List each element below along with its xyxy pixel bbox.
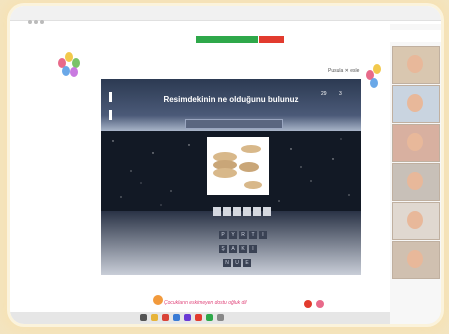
meet-control-strip bbox=[196, 36, 284, 43]
participant-tile[interactable] bbox=[392, 124, 440, 162]
participant-tile[interactable] bbox=[392, 241, 440, 279]
answer-slot[interactable] bbox=[233, 207, 241, 216]
browser-toolbar bbox=[10, 6, 441, 24]
letter-tile[interactable]: U bbox=[233, 259, 241, 267]
browser-icon[interactable] bbox=[162, 314, 169, 321]
participant-tile[interactable] bbox=[392, 85, 440, 123]
app-icon[interactable] bbox=[184, 314, 191, 321]
letter-row-3: NUE bbox=[223, 251, 253, 269]
folder-icon[interactable] bbox=[151, 314, 158, 321]
answer-slot[interactable] bbox=[213, 207, 221, 216]
browser-nav-buttons[interactable] bbox=[28, 11, 48, 24]
participant-tile[interactable] bbox=[392, 46, 440, 84]
answer-slot[interactable] bbox=[223, 207, 231, 216]
hint-count: 3 bbox=[339, 91, 342, 97]
answer-slot[interactable] bbox=[253, 207, 261, 216]
meet-sharing-bar[interactable] bbox=[196, 36, 258, 43]
stop-sharing-button[interactable] bbox=[259, 36, 284, 43]
panel-header[interactable] bbox=[390, 30, 441, 42]
footer-slogan: Çocukların eskimeyen dostu oğluk dil bbox=[164, 300, 247, 306]
level-banner bbox=[185, 119, 283, 129]
app-icon[interactable] bbox=[217, 314, 224, 321]
answer-slot[interactable] bbox=[243, 207, 251, 216]
puzzle-image bbox=[207, 137, 269, 195]
answer-slot[interactable] bbox=[263, 207, 271, 216]
participant-tile[interactable] bbox=[392, 202, 440, 240]
page-header-link[interactable]: Pusula ✕ esle bbox=[328, 68, 359, 74]
participant-tile[interactable] bbox=[392, 163, 440, 201]
score-value: 29 bbox=[321, 91, 327, 97]
letter-tile[interactable]: E bbox=[243, 259, 251, 267]
letter-tile[interactable]: N bbox=[223, 259, 231, 267]
hearts-icon bbox=[304, 300, 324, 308]
app-icon[interactable] bbox=[173, 314, 180, 321]
participants-panel bbox=[390, 24, 441, 324]
screen-frame: Pusula ✕ esle Resimdekinin ne olduğunu b… bbox=[10, 6, 441, 324]
balloons-left-decoration bbox=[58, 50, 88, 82]
bread-image bbox=[213, 143, 262, 189]
os-taskbar bbox=[10, 312, 441, 324]
letter-tile[interactable]: I bbox=[259, 231, 267, 239]
panel-menu bbox=[390, 30, 441, 42]
start-icon[interactable] bbox=[140, 314, 147, 321]
app-icon[interactable] bbox=[206, 314, 213, 321]
game-canvas[interactable]: Resimdekinin ne olduğunu bulunuz 29 3 PY… bbox=[101, 79, 361, 275]
answer-slots bbox=[213, 203, 273, 221]
app-icon[interactable] bbox=[195, 314, 202, 321]
